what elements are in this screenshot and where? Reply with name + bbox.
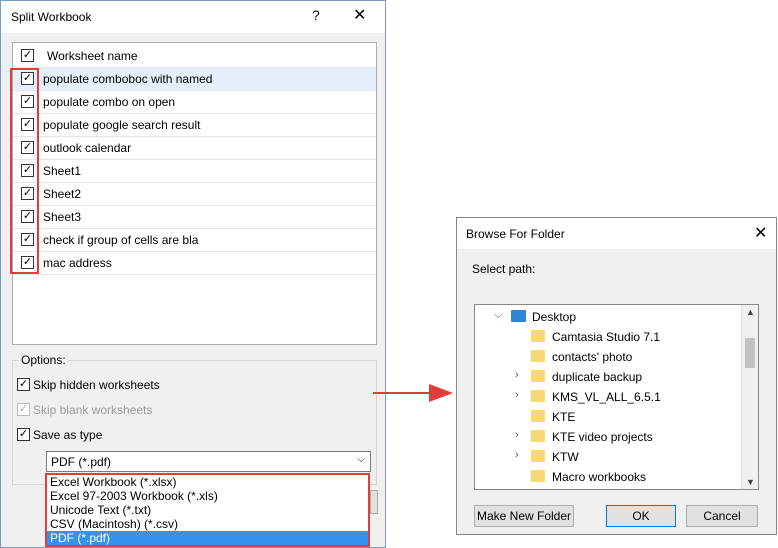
- list-item[interactable]: ✓ check if group of cells are bla: [13, 229, 376, 252]
- folder-icon: [531, 470, 545, 482]
- folder-tree[interactable]: ⌵ Desktop Camtasia Studio 7.1 contacts' …: [474, 304, 759, 490]
- save-as-type-checkbox[interactable]: ✓: [17, 428, 30, 442]
- tree-item[interactable]: contacts' photo: [475, 347, 745, 367]
- expand-icon[interactable]: ›: [515, 449, 519, 461]
- chevron-down-icon: ⌵: [357, 454, 365, 465]
- scroll-thumb[interactable]: [745, 338, 755, 368]
- expand-icon[interactable]: ›: [515, 369, 519, 381]
- title-bar: Browse For Folder ✕: [457, 218, 776, 249]
- vertical-scrollbar[interactable]: ▲ ▼: [741, 305, 758, 489]
- browse-for-folder-dialog: Browse For Folder ✕ Select path: ⌵ Deskt…: [456, 217, 777, 535]
- desktop-folder-icon: [511, 310, 526, 322]
- skip-blank-checkbox: ✓: [17, 403, 30, 417]
- sheet-name: populate comboboc with named: [43, 72, 213, 86]
- sheet-name: mac address: [43, 256, 112, 270]
- cancel-button[interactable]: Cancel: [686, 505, 758, 527]
- tree-item-label: duplicate backup: [552, 370, 643, 384]
- list-item[interactable]: ✓ populate google search result: [13, 114, 376, 137]
- list-item[interactable]: ✓ outlook calendar: [13, 137, 376, 160]
- help-button[interactable]: ?: [312, 7, 320, 23]
- partially-hidden-button[interactable]: [370, 490, 378, 514]
- skip-hidden-label: Skip hidden worksheets: [33, 377, 160, 392]
- worksheet-list: ✓ Worksheet name ✓ populate comboboc wit…: [12, 42, 377, 345]
- make-new-folder-button[interactable]: Make New Folder: [474, 505, 574, 527]
- dropdown-option-xlsx[interactable]: Excel Workbook (*.xlsx): [47, 475, 368, 489]
- expand-icon[interactable]: ›: [515, 389, 519, 401]
- skip-blank-label: Skip blank worksheets: [33, 402, 153, 417]
- sheet-name: Sheet3: [43, 210, 82, 224]
- skip-blank-option: ✓ Skip blank worksheets: [17, 402, 152, 417]
- dialog-title: Split Workbook: [11, 10, 92, 24]
- select-all-checkbox[interactable]: ✓: [21, 49, 34, 62]
- expand-icon[interactable]: ›: [515, 429, 519, 441]
- options-label: Options:: [19, 353, 68, 367]
- close-button[interactable]: ✕: [353, 5, 366, 25]
- tree-item-label: KTE: [552, 410, 576, 424]
- folder-icon: [531, 350, 545, 362]
- tree-item-label: KTW: [552, 450, 579, 464]
- sheet-name: check if group of cells are bla: [43, 233, 199, 247]
- folder-icon: [531, 390, 545, 402]
- file-type-dropdown: Excel Workbook (*.xlsx) Excel 97-2003 Wo…: [45, 473, 370, 547]
- save-as-type-label: Save as type: [33, 427, 103, 442]
- scroll-down-icon[interactable]: ▼: [746, 477, 755, 487]
- column-header-worksheet-name: Worksheet name: [47, 49, 138, 63]
- list-item[interactable]: ✓ populate comboboc with named: [13, 68, 376, 91]
- sheet-name: Sheet1: [43, 164, 82, 178]
- checkbox-highlight-box: [10, 68, 39, 274]
- dropdown-option-xls[interactable]: Excel 97-2003 Workbook (*.xls): [47, 489, 368, 503]
- select-path-label: Select path:: [472, 262, 536, 276]
- save-as-type-option[interactable]: ✓ Save as type: [17, 427, 102, 442]
- dialog-title: Browse For Folder: [466, 227, 565, 241]
- dropdown-option-txt[interactable]: Unicode Text (*.txt): [47, 503, 368, 517]
- list-item[interactable]: ✓ populate combo on open: [13, 91, 376, 114]
- folder-icon: [531, 370, 545, 382]
- tree-item[interactable]: Camtasia Studio 7.1: [475, 327, 745, 347]
- expand-icon[interactable]: ⌵: [494, 309, 502, 322]
- list-item[interactable]: ✓ mac address: [13, 252, 376, 275]
- list-header: ✓ Worksheet name: [13, 43, 376, 68]
- file-type-value: PDF (*.pdf): [51, 455, 112, 469]
- list-item[interactable]: ✓ Sheet3: [13, 206, 376, 229]
- folder-icon: [531, 330, 545, 342]
- sheet-name: outlook calendar: [43, 141, 132, 155]
- split-workbook-dialog: Split Workbook ? ✕ ✓ Worksheet name ✓ po…: [0, 0, 386, 548]
- tree-item[interactable]: › KMS_VL_ALL_6.5.1: [475, 387, 745, 407]
- folder-icon: [531, 430, 545, 442]
- folder-icon: [531, 450, 545, 462]
- tree-item[interactable]: KTE: [475, 407, 745, 427]
- skip-hidden-option[interactable]: ✓ Skip hidden worksheets: [17, 377, 160, 392]
- tree-item[interactable]: Macro workbooks: [475, 467, 745, 487]
- list-item[interactable]: ✓ Sheet1: [13, 160, 376, 183]
- skip-hidden-checkbox[interactable]: ✓: [17, 378, 30, 392]
- sheet-name: populate combo on open: [43, 95, 176, 109]
- tree-item[interactable]: › KTE video projects: [475, 427, 745, 447]
- dropdown-option-pdf[interactable]: PDF (*.pdf): [47, 531, 368, 545]
- list-item[interactable]: ✓ Sheet2: [13, 183, 376, 206]
- red-arrow-icon: [373, 384, 453, 402]
- tree-item[interactable]: › KTW: [475, 447, 745, 467]
- file-type-select[interactable]: PDF (*.pdf) ⌵: [46, 451, 371, 472]
- tree-item-desktop[interactable]: ⌵ Desktop: [475, 307, 745, 327]
- tree-item-label: Desktop: [532, 310, 577, 324]
- ok-button[interactable]: OK: [606, 505, 676, 527]
- tree-item-label: KMS_VL_ALL_6.5.1: [552, 390, 661, 404]
- dropdown-option-csv[interactable]: CSV (Macintosh) (*.csv): [47, 517, 368, 531]
- tree-item-label: contacts' photo: [552, 350, 633, 364]
- tree-item-label: Camtasia Studio 7.1: [552, 330, 661, 344]
- tree-item-label: KTE video projects: [552, 430, 653, 444]
- folder-icon: [531, 410, 545, 422]
- sheet-name: populate google search result: [43, 118, 201, 132]
- close-button[interactable]: ✕: [754, 223, 767, 243]
- tree-item[interactable]: › duplicate backup: [475, 367, 745, 387]
- title-bar: Split Workbook ? ✕: [1, 1, 385, 33]
- sheet-name: Sheet2: [43, 187, 82, 201]
- tree-item-label: Macro workbooks: [552, 470, 647, 484]
- scroll-up-icon[interactable]: ▲: [746, 307, 755, 317]
